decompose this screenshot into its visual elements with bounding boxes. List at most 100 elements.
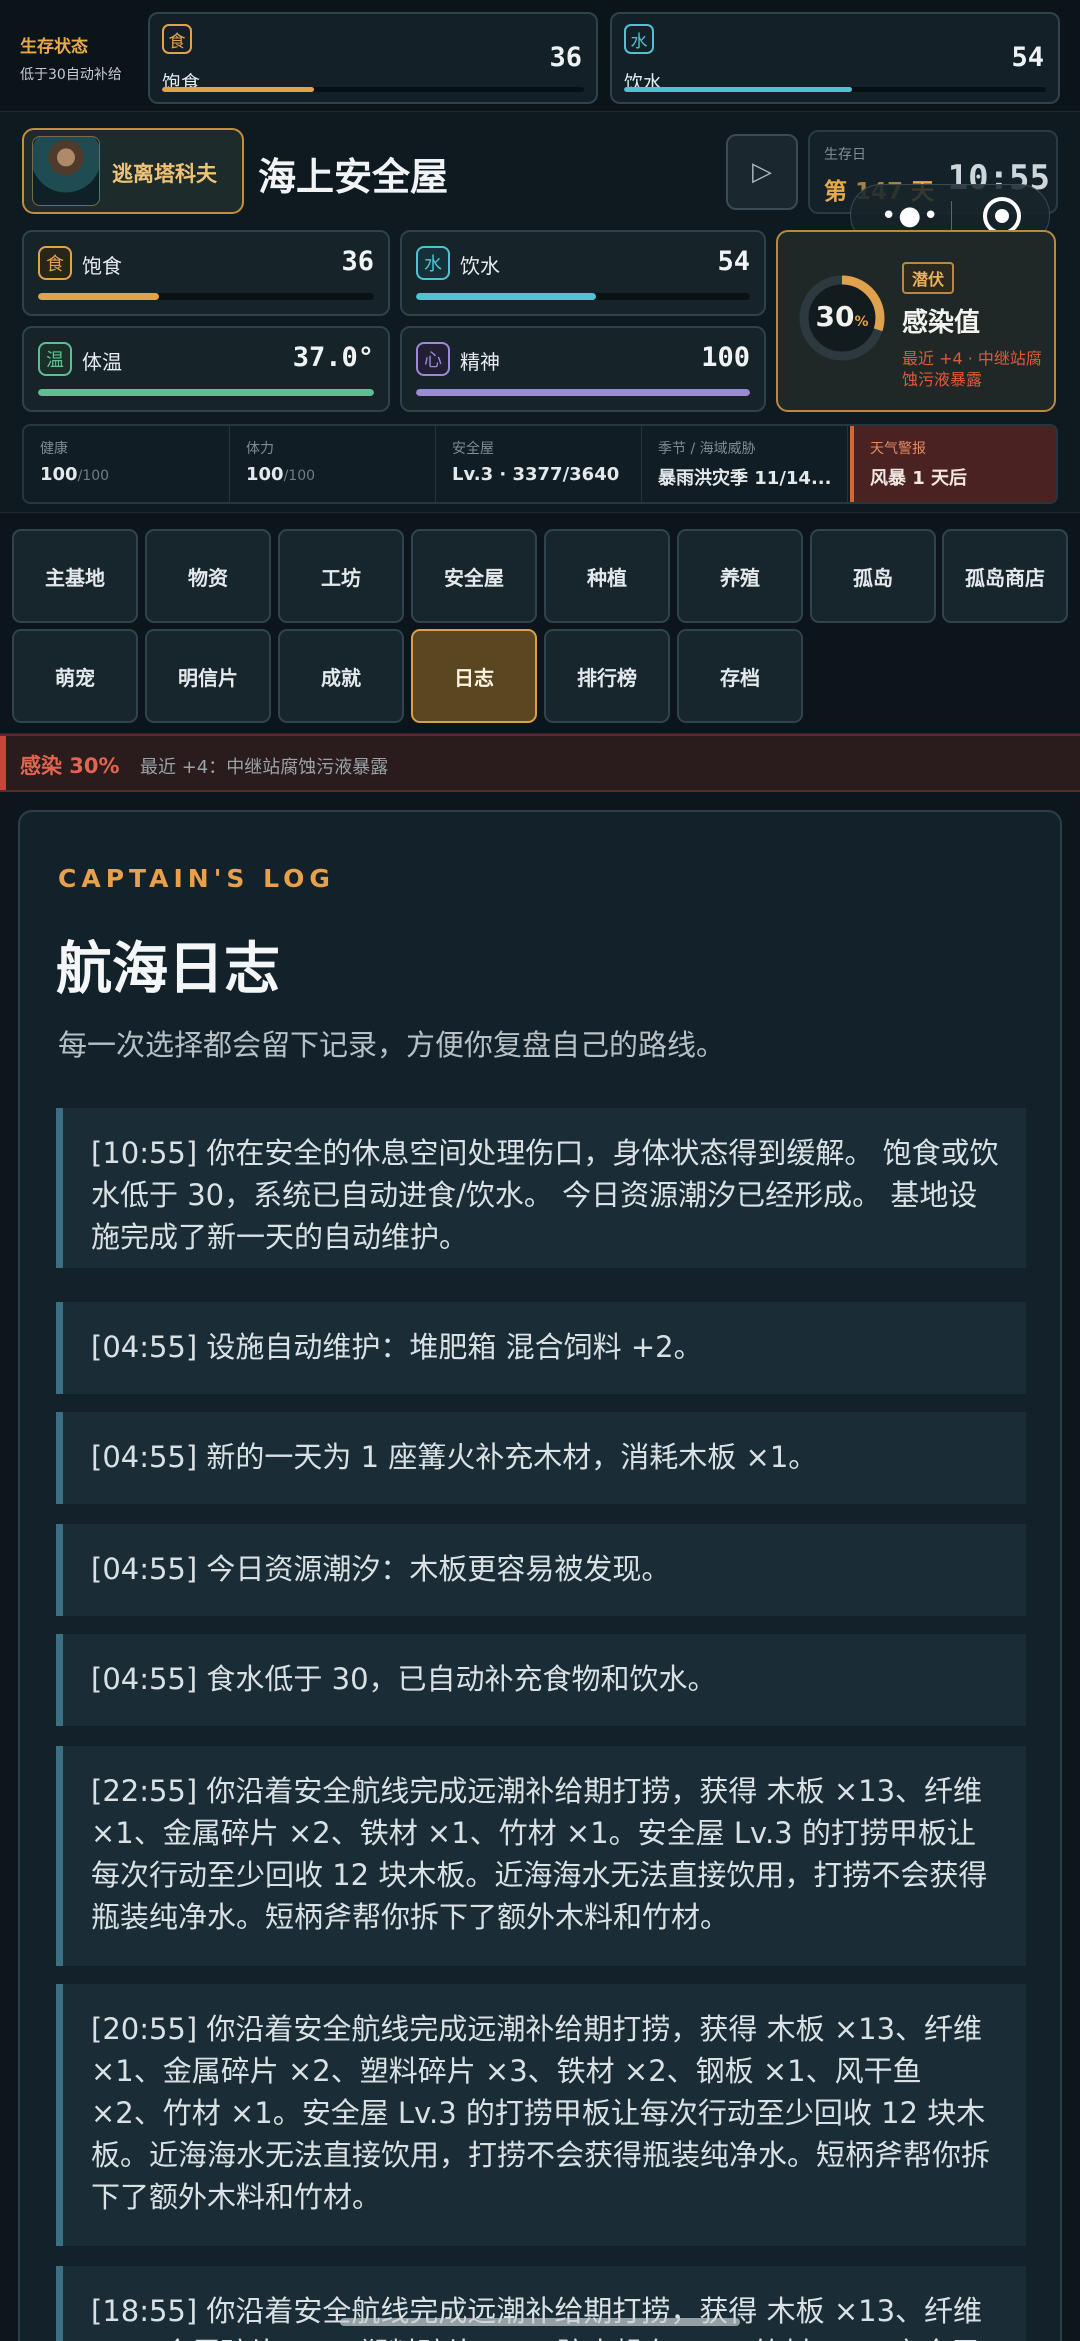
survival-title: 生存状态 xyxy=(20,37,88,57)
weather-alert[interactable]: 天气警报 风暴 1 天后 xyxy=(850,426,1056,502)
water-icon: 水 xyxy=(624,24,654,54)
food-icon: 食 xyxy=(162,24,192,54)
log-entry: [04:55] 今日资源潮汐：木板更容易被发现。 xyxy=(56,1524,1026,1616)
log-entry: [22:55] 你沿着安全航线完成远潮补给期打捞，获得 木板 ×13、纤维 ×1… xyxy=(56,1746,1026,1966)
water-icon: 水 xyxy=(416,246,450,280)
stat-bar xyxy=(416,293,750,300)
game-chip-label: 逃离塔科夫 xyxy=(112,162,217,186)
game-chip[interactable]: 逃离塔科夫 xyxy=(22,128,244,214)
nav-island[interactable]: 孤岛 xyxy=(810,529,936,623)
log-entry: [18:55] 你沿着安全航线完成远潮补给期打捞，获得 木板 ×13、纤维 ×1… xyxy=(56,2266,1026,2341)
page-subtitle: 每一次选择都会留下记录，方便你复盘自己的路线。 xyxy=(58,1028,726,1062)
nav-workshop[interactable]: 工坊 xyxy=(278,529,404,623)
nav-pets[interactable]: 萌宠 xyxy=(12,629,138,723)
stat-value: 54 xyxy=(717,246,750,277)
nav-save[interactable]: 存档 xyxy=(677,629,803,723)
metric-season: 季节 / 海域威胁 暴雨洪灾季 11/14... xyxy=(642,426,848,502)
stat-label: 饱食 xyxy=(82,254,122,278)
nav-planting[interactable]: 种植 xyxy=(544,529,670,623)
stat-bar-fill xyxy=(416,389,750,396)
capsule-divider xyxy=(951,201,952,231)
stat-bar xyxy=(416,389,750,396)
infection-title: 感染值 xyxy=(902,308,981,338)
banner-text: 最近 +4：中继站腐蚀污液暴露 xyxy=(140,757,389,778)
top-stat-bar-fill xyxy=(162,87,314,92)
metric-value: 暴雨洪灾季 11/14... xyxy=(658,468,832,489)
metric-value: Lv.3 · 3377/3640 xyxy=(452,464,620,485)
top-stat-bar xyxy=(162,87,584,92)
location-title: 海上安全屋 xyxy=(258,155,449,199)
log-entry: [10:55] 你在安全的休息空间处理伤口，身体状态得到缓解。 饱食或饮水低于 … xyxy=(56,1108,1026,1268)
metric-caption: 安全屋 xyxy=(452,441,494,457)
stat-value: 36 xyxy=(341,246,374,277)
nav-breeding[interactable]: 养殖 xyxy=(677,529,803,623)
metric-value: 100/100 xyxy=(246,464,316,485)
stat-temperature: 温 体温 37.0° xyxy=(22,326,390,412)
avatar xyxy=(32,136,100,206)
stat-label: 体温 xyxy=(82,350,122,374)
stat-value: 37.0° xyxy=(292,342,374,373)
stat-value: 100 xyxy=(701,342,750,373)
home-indicator xyxy=(340,2318,740,2326)
metric-caption: 天气警报 xyxy=(870,441,926,457)
stat-satiety: 食 饱食 36 xyxy=(22,230,390,316)
top-stat-water: 水 饮水 54 xyxy=(610,12,1060,104)
nav-supplies[interactable]: 物资 xyxy=(145,529,271,623)
top-stat-satiety: 食 饱食 36 xyxy=(148,12,598,104)
page-title: 航海日志 xyxy=(56,937,280,1002)
nav-achievements[interactable]: 成就 xyxy=(278,629,404,723)
stat-bar-fill xyxy=(38,389,374,396)
stat-bar xyxy=(38,293,374,300)
stat-water: 水 饮水 54 xyxy=(400,230,766,316)
food-icon: 食 xyxy=(38,246,72,280)
metric-value: 100/100 xyxy=(40,464,110,485)
play-button[interactable]: ▷ xyxy=(726,134,798,210)
log-entry: [20:55] 你沿着安全航线完成远潮补给期打捞，获得 木板 ×13、纤维 ×1… xyxy=(56,1984,1026,2246)
nav-postcards[interactable]: 明信片 xyxy=(145,629,271,723)
stat-bar-fill xyxy=(38,293,159,300)
day-caption: 生存日 xyxy=(824,147,866,163)
metric-safehouse: 安全屋 Lv.3 · 3377/3640 xyxy=(436,426,642,502)
log-entry: [04:55] 新的一天为 1 座篝火补充木材，消耗木板 ×1。 xyxy=(56,1412,1026,1504)
infection-stage-badge: 潜伏 xyxy=(902,262,955,294)
metrics-row: 健康 100/100 体力 100/100 安全屋 Lv.3 · 3377/36… xyxy=(22,424,1058,504)
nav-leaderboard[interactable]: 排行榜 xyxy=(544,629,670,723)
nav-island-shop[interactable]: 孤岛商店 xyxy=(942,529,1068,623)
log-panel: CAPTAIN'S LOG 航海日志 每一次选择都会留下记录，方便你复盘自己的路… xyxy=(18,810,1062,2341)
log-entry: [04:55] 设施自动维护：堆肥箱 混合饲料 +2。 xyxy=(56,1302,1026,1394)
stat-bar-fill xyxy=(416,293,597,300)
top-stat-value: 36 xyxy=(549,42,582,73)
survival-subtitle: 低于30自动补给 xyxy=(20,67,122,83)
infection-banner: 感染 30% 最近 +4：中继站腐蚀污液暴露 xyxy=(0,734,1080,792)
infection-percent: 30% xyxy=(815,300,869,333)
banner-percent: 感染 30% xyxy=(20,754,120,778)
nav-safehouse[interactable]: 安全屋 xyxy=(411,529,537,623)
banner-accent xyxy=(0,736,6,790)
metric-value: 风暴 1 天后 xyxy=(870,468,968,489)
infection-ring: 30% xyxy=(796,272,888,364)
top-stat-bar-fill xyxy=(624,87,852,92)
infection-card[interactable]: 30% 潜伏 感染值 最近 +4 · 中继站腐蚀污液暴露 xyxy=(776,230,1056,412)
nav-main-base[interactable]: 主基地 xyxy=(12,529,138,623)
metric-caption: 体力 xyxy=(246,441,274,457)
infection-note: 最近 +4 · 中继站腐蚀污液暴露 xyxy=(902,349,1042,389)
nav-log[interactable]: 日志 xyxy=(411,629,537,723)
metric-stamina: 体力 100/100 xyxy=(230,426,436,502)
main-nav: 主基地 物资 工坊 安全屋 种植 养殖 孤岛 孤岛商店 萌宠 明信片 成就 日志… xyxy=(0,512,1080,734)
day-prefix: 第 xyxy=(824,179,847,205)
game-header: 逃离塔科夫 海上安全屋 ▷ 生存日 第 147 天 10:55 •●• 食 饱食… xyxy=(0,112,1080,512)
stat-spirit: 心 精神 100 xyxy=(400,326,766,412)
top-stat-bar xyxy=(624,87,1046,92)
metric-health: 健康 100/100 xyxy=(24,426,230,502)
temperature-icon: 温 xyxy=(38,342,72,376)
log-eyebrow: CAPTAIN'S LOG xyxy=(58,864,335,893)
stat-label: 饮水 xyxy=(460,254,500,278)
metric-caption: 季节 / 海域威胁 xyxy=(658,441,756,457)
heart-icon: 心 xyxy=(416,342,450,376)
survival-bar: 生存状态 低于30自动补给 食 饱食 36 水 饮水 54 xyxy=(0,0,1080,112)
metric-caption: 健康 xyxy=(40,441,68,457)
more-icon[interactable]: •●• xyxy=(881,201,940,231)
stat-label: 精神 xyxy=(460,350,500,374)
log-entry: [04:55] 食水低于 30，已自动补充食物和饮水。 xyxy=(56,1634,1026,1726)
play-icon: ▷ xyxy=(752,157,772,187)
